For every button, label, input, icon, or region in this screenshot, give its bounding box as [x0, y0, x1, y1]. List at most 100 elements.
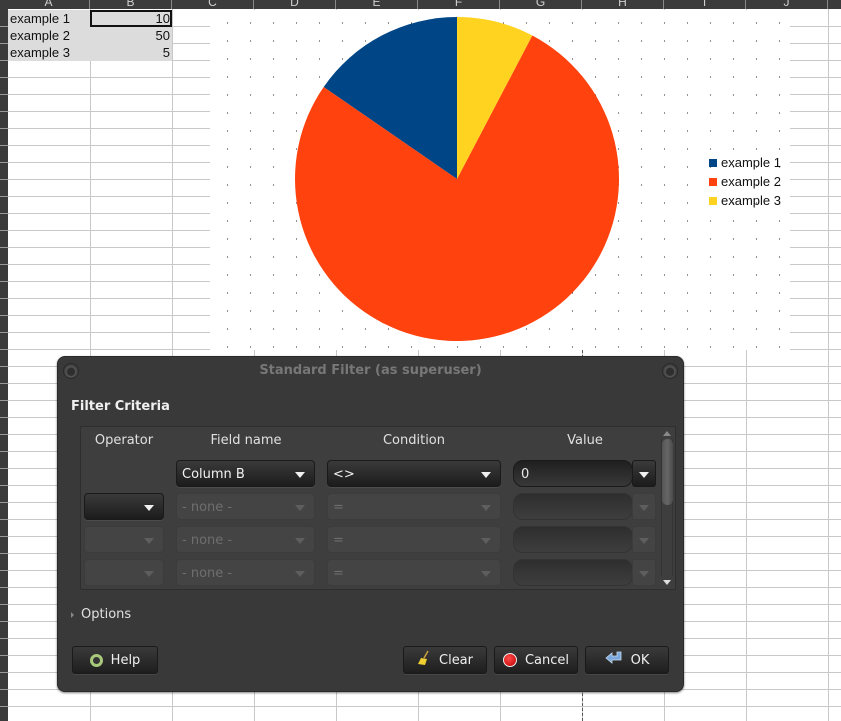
- field-name-combo-4[interactable]: - none -: [176, 559, 315, 586]
- chevron-down-icon: [639, 472, 649, 478]
- window-close-button[interactable]: [662, 363, 678, 379]
- condition-combo-1[interactable]: <>: [327, 460, 501, 487]
- scrollbar-thumb[interactable]: [662, 439, 673, 505]
- enter-arrow-icon: [604, 651, 623, 669]
- expander-arrow-icon: [71, 611, 74, 618]
- row-header-divider: [0, 315, 8, 316]
- scroll-down-icon[interactable]: [663, 580, 671, 585]
- column-header-h[interactable]: H: [582, 0, 664, 9]
- field-name-header: Field name: [210, 433, 282, 448]
- cell-b2[interactable]: 50: [90, 27, 172, 44]
- value-input-3[interactable]: [513, 526, 633, 553]
- condition-combo-3[interactable]: =: [327, 526, 501, 553]
- operator-combo-3[interactable]: [84, 526, 164, 553]
- row-header-divider: [0, 451, 8, 452]
- clear-button[interactable]: Clear: [403, 646, 487, 674]
- column-header-g[interactable]: G: [500, 0, 582, 9]
- legend-swatch: [709, 158, 717, 167]
- row-header-divider: [0, 366, 8, 367]
- operator-header: Operator: [94, 433, 154, 448]
- row-header-divider: [0, 502, 8, 503]
- cell-a3[interactable]: example 3: [8, 44, 90, 61]
- cell-b1[interactable]: 10: [90, 10, 172, 27]
- legend-item: example 2: [709, 172, 781, 191]
- dialog-titlebar[interactable]: Standard Filter (as superuser): [58, 357, 683, 385]
- chevron-down-icon: [481, 472, 491, 478]
- chevron-down-icon: [295, 538, 305, 544]
- row-header-divider: [0, 519, 8, 520]
- condition-combo-4[interactable]: =: [327, 559, 501, 586]
- row-header-divider: [0, 485, 8, 486]
- column-header-j[interactable]: J: [746, 0, 828, 9]
- field-name-combo-2[interactable]: - none -: [176, 493, 315, 520]
- column-header-d[interactable]: D: [254, 0, 336, 9]
- condition-combo-2[interactable]: =: [327, 493, 501, 520]
- column-gridline: [828, 9, 829, 721]
- row-header-divider: [0, 434, 8, 435]
- row-header-divider: [0, 689, 8, 690]
- lifebuoy-icon: [89, 653, 103, 667]
- column-header-b[interactable]: B: [90, 0, 172, 9]
- field-name-value: - none -: [182, 533, 233, 548]
- value-header: Value: [567, 433, 603, 448]
- field-name-combo-3[interactable]: - none -: [176, 526, 315, 553]
- row-header-divider: [0, 128, 8, 129]
- row-header-divider: [0, 94, 8, 95]
- cell-b3[interactable]: 5: [90, 44, 172, 61]
- row-header-divider: [0, 621, 8, 622]
- help-button[interactable]: Help: [72, 646, 158, 674]
- chevron-down-icon: [481, 538, 491, 544]
- condition-value: <>: [333, 467, 355, 482]
- ok-button[interactable]: OK: [585, 646, 669, 674]
- pie-chart-svg: [295, 17, 619, 341]
- value-input-1[interactable]: 0: [513, 460, 633, 487]
- condition-value: =: [333, 500, 344, 515]
- value-dropdown-button-4[interactable]: [632, 559, 656, 586]
- value-input-2[interactable]: [513, 493, 633, 520]
- chevron-down-icon: [144, 505, 154, 511]
- field-name-combo-1[interactable]: Column B: [176, 460, 315, 487]
- criteria-scrollbar[interactable]: [661, 431, 674, 585]
- cancel-label: Cancel: [524, 652, 570, 668]
- value-dropdown-button-3[interactable]: [632, 526, 656, 553]
- condition-value: =: [333, 566, 344, 581]
- cell-a2[interactable]: example 2: [8, 27, 90, 44]
- broom-icon: [417, 650, 431, 670]
- cell-a1[interactable]: example 1: [8, 10, 90, 27]
- row-header-divider: [0, 213, 8, 214]
- value-dropdown-button-2[interactable]: [632, 493, 656, 520]
- row-header-divider: [0, 400, 8, 401]
- chevron-down-icon: [144, 538, 154, 544]
- row-header-divider: [0, 247, 8, 248]
- column-header-e[interactable]: E: [336, 0, 418, 9]
- column-header-f[interactable]: F: [418, 0, 500, 9]
- value-dropdown-button-1[interactable]: [632, 460, 656, 487]
- stop-icon: [502, 653, 517, 667]
- cancel-button[interactable]: Cancel: [494, 646, 578, 674]
- field-name-value: Column B: [182, 467, 245, 482]
- column-header-a[interactable]: A: [8, 0, 90, 9]
- scroll-up-icon[interactable]: [663, 431, 671, 436]
- filter-criteria-heading: Filter Criteria: [71, 399, 170, 414]
- row-header-divider: [0, 77, 8, 78]
- legend-label: example 2: [721, 174, 781, 189]
- value-input-4[interactable]: [513, 559, 633, 586]
- operator-combo-2[interactable]: [84, 493, 164, 520]
- column-header-i[interactable]: I: [664, 0, 746, 9]
- row-header-divider: [0, 179, 8, 180]
- column-header-c[interactable]: C: [172, 0, 254, 9]
- pie-chart[interactable]: example 1 example 2 example 3: [210, 10, 790, 350]
- row-header-divider: [0, 145, 8, 146]
- row-header-divider: [0, 655, 8, 656]
- options-expander[interactable]: Options: [71, 607, 131, 622]
- row-header-divider: [0, 111, 8, 112]
- standard-filter-dialog: Standard Filter (as superuser) Filter Cr…: [57, 356, 684, 692]
- legend-item: example 1: [709, 153, 781, 172]
- chevron-down-icon: [144, 571, 154, 577]
- condition-value: =: [333, 533, 344, 548]
- row-header-bar[interactable]: [0, 9, 8, 721]
- value-text: 0: [521, 467, 530, 482]
- chevron-down-icon: [639, 538, 649, 544]
- row-header-divider: [0, 332, 8, 333]
- operator-combo-4[interactable]: [84, 559, 164, 586]
